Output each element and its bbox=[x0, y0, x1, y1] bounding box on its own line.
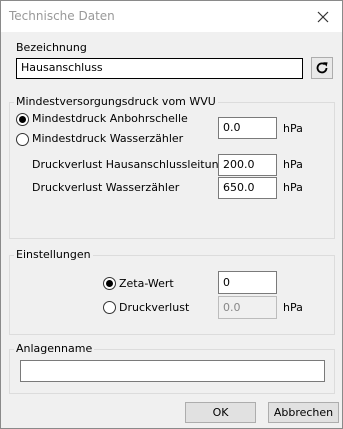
radio-anbohrschelle-label: Mindestdruck Anbohrschelle bbox=[32, 112, 188, 125]
bezeichnung-label: Bezeichnung bbox=[16, 41, 87, 54]
radio-druckverlust[interactable] bbox=[103, 301, 116, 314]
anlagenname-group-title: Anlagenname bbox=[14, 342, 95, 355]
verlust-haus-unit: hPa bbox=[283, 158, 303, 171]
close-button[interactable] bbox=[310, 6, 336, 28]
mindest-group-title: Mindestversorgungsdruck vom WVU bbox=[14, 95, 218, 108]
dialog-window: Technische Daten Bezeichnung Hausanschlu… bbox=[0, 0, 343, 429]
radio-anbohrschelle[interactable] bbox=[16, 113, 29, 126]
zeta-wert-input[interactable]: 0 bbox=[218, 271, 277, 294]
ok-button[interactable]: OK bbox=[185, 402, 256, 423]
window-title: Technische Daten bbox=[9, 9, 115, 23]
bezeichnung-input[interactable]: Hausanschluss bbox=[16, 58, 303, 79]
einstellungen-group-title: Einstellungen bbox=[14, 248, 93, 261]
radio-zeta-wert[interactable] bbox=[103, 277, 116, 290]
radio-wasserzaehler-label: Mindestdruck Wasserzähler bbox=[32, 132, 184, 145]
mindestdruck-unit: hPa bbox=[283, 122, 303, 135]
cancel-button[interactable]: Abbrechen bbox=[268, 402, 339, 423]
druckverlust-unit: hPa bbox=[283, 301, 303, 314]
title-bar: Technische Daten bbox=[1, 1, 342, 32]
refresh-button[interactable] bbox=[311, 57, 333, 79]
close-icon bbox=[317, 11, 329, 23]
radio-zeta-wert-label: Zeta-Wert bbox=[119, 277, 174, 290]
verlust-haus-label: Druckverlust Hausanschlussleitung bbox=[32, 158, 226, 171]
radio-druckverlust-label: Druckverlust bbox=[119, 301, 190, 314]
verlust-wasser-unit: hPa bbox=[283, 181, 303, 194]
anlagenname-input[interactable] bbox=[20, 360, 325, 382]
refresh-icon bbox=[316, 62, 328, 74]
mindestdruck-input[interactable]: 0.0 bbox=[218, 117, 277, 139]
druckverlust-input: 0.0 bbox=[218, 296, 277, 319]
radio-wasserzaehler[interactable] bbox=[16, 133, 29, 146]
einstellungen-group bbox=[9, 255, 335, 335]
verlust-wasser-input[interactable]: 650.0 bbox=[218, 177, 277, 199]
verlust-haus-input[interactable]: 200.0 bbox=[218, 154, 277, 176]
verlust-wasser-label: Druckverlust Wasserzähler bbox=[32, 181, 180, 194]
